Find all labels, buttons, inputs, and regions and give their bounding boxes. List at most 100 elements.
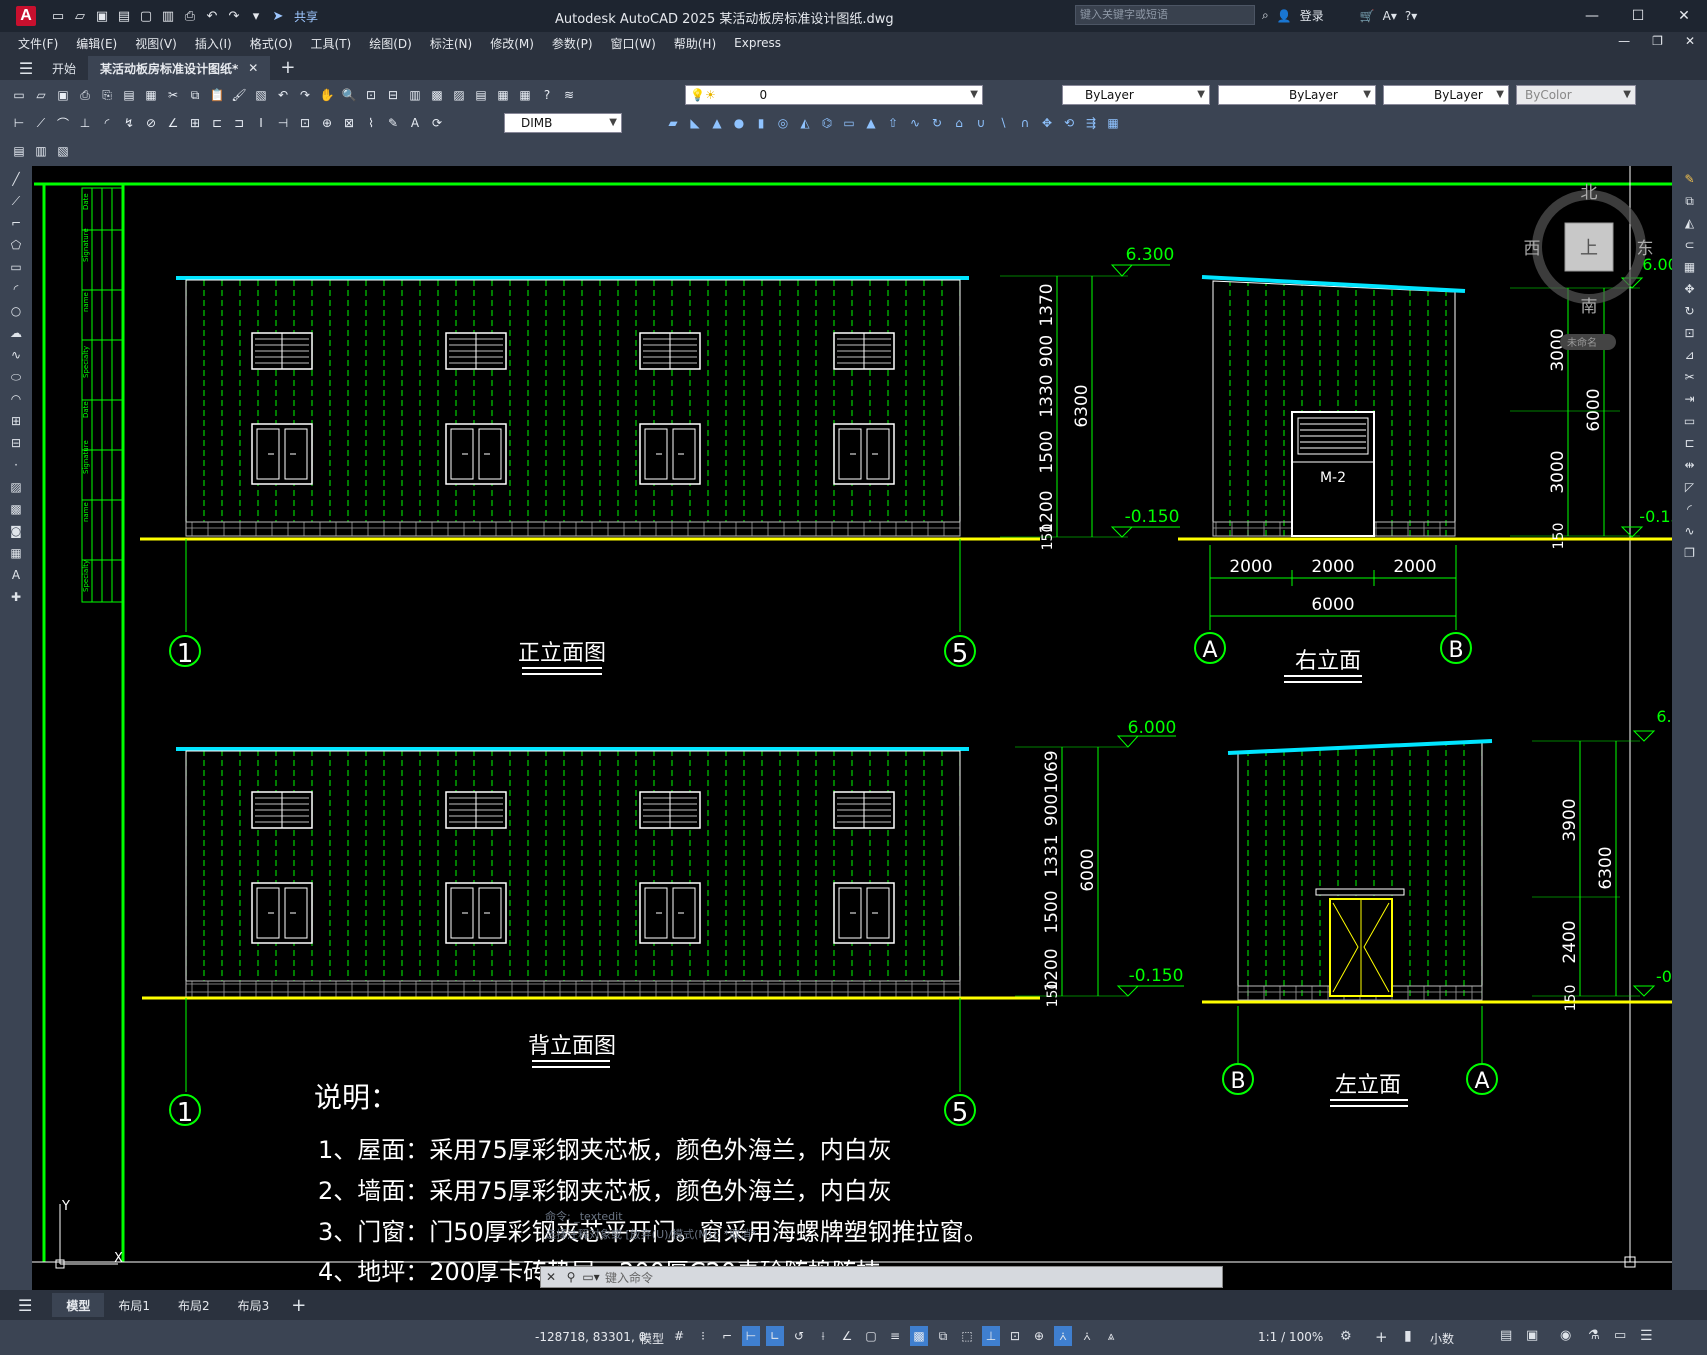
help-icon[interactable]: ?▾ [1405,9,1417,23]
command-line[interactable]: ✕ ⚲ ▭▾ 键入命令 [540,1266,1223,1288]
plot-preview-icon[interactable]: ⎘ [98,86,116,104]
user-icon[interactable]: 👤 [1277,9,1292,23]
calculator-icon[interactable]: ▦ [516,86,534,104]
array-icon[interactable]: ▦ [1681,258,1699,276]
match-properties-icon[interactable]: 🖌 [230,86,248,104]
dim-update-icon[interactable]: ⟳ [428,114,446,132]
undo-icon[interactable]: ↶ [274,86,292,104]
units-dropdown[interactable]: 小数 [1430,1330,1454,1347]
dynamic-ucs-icon[interactable]: ⊥ [982,1326,1000,1346]
plot-icon[interactable]: ⎙ [182,8,198,24]
spline-icon[interactable]: ∿ [7,346,25,364]
tool-palettes-icon[interactable]: ▨ [450,86,468,104]
design-center-icon[interactable]: ▩ [428,86,446,104]
arc-icon[interactable]: ◜ [7,280,25,298]
move-icon[interactable]: ✥ [1681,280,1699,298]
open-icon[interactable]: ▱ [32,86,50,104]
mtext-icon[interactable]: A [7,566,25,584]
annotation-scale-icon[interactable]: ⩓ [1102,1326,1120,1346]
sphere-icon[interactable]: ● [730,114,748,132]
undo-icon[interactable]: ↶ [204,8,220,24]
color-dropdown[interactable]: ByLayer ▼ [1062,85,1210,105]
viewcube-east[interactable]: 东 [1637,239,1654,259]
table-icon[interactable]: ▦ [7,544,25,562]
menu-insert[interactable]: 插入(I) [195,35,232,52]
annotation-monitor-icon[interactable]: + [1375,1328,1388,1346]
plotstyle-dropdown[interactable]: ByColor ▼ [1516,85,1636,105]
ellipse-arc-icon[interactable]: ◠ [7,390,25,408]
add-layout-button[interactable]: + [291,1295,306,1316]
polyline-icon[interactable]: ⌐ [7,214,25,232]
insert-block-icon[interactable]: ⊞ [7,412,25,430]
viewcube-south[interactable]: 南 [1581,297,1598,317]
menu-edit[interactable]: 编辑(E) [76,35,117,52]
maximize-button[interactable]: ☐ [1615,0,1661,32]
lineweight-dropdown[interactable]: ByLayer ▼ [1383,85,1509,105]
jogged-icon[interactable]: ↯ [120,114,138,132]
model-space-toggle[interactable]: 模型 [640,1330,664,1347]
ordinate-icon[interactable]: ⊥ [76,114,94,132]
object-snap-icon[interactable]: ▢ [862,1326,880,1346]
design-notes[interactable]: 说明： 1、屋面：采用75厚彩钢夹芯板，颜色外海兰，内白灰 2、墙面：采用75厚… [314,1081,988,1286]
scale-icon[interactable]: ⊡ [1681,324,1699,342]
extend-icon[interactable]: ⇥ [1681,390,1699,408]
tab-layout3[interactable]: 布局3 [224,1293,284,1317]
3d-osnap-icon[interactable]: ⬚ [958,1326,976,1346]
cart-icon[interactable]: 🛒 [1360,9,1375,23]
new-icon[interactable]: ▭ [10,86,28,104]
inspect-icon[interactable]: ⊠ [340,114,358,132]
materials-icon[interactable]: ▤ [10,142,28,160]
3drotate-icon[interactable]: ⟲ [1060,114,1078,132]
grid-icon[interactable]: # [670,1326,688,1346]
diameter-icon[interactable]: ⊘ [142,114,160,132]
coordinates-readout[interactable]: -128718, 83301, 0 [535,1330,646,1344]
break-at-point-icon[interactable]: ▭ [1681,412,1699,430]
drawing-canvas[interactable]: Date Signature name Specialty Date Signa… [32,166,1672,1290]
erase-icon[interactable]: ✎ [1681,170,1699,188]
viewcube-north[interactable]: 北 [1581,183,1598,203]
space-icon[interactable]: Ⅰ [252,114,270,132]
workspace-gear-icon[interactable]: ⚙ [1340,1329,1352,1344]
redo-icon[interactable]: ↷ [226,8,242,24]
gradient-icon[interactable]: ▩ [7,500,25,518]
customize-dropdown-icon[interactable]: ▾ [248,8,264,24]
viewcube-face-top[interactable]: 上 [1580,238,1598,259]
construction-line-icon[interactable]: ⟋ [7,192,25,210]
blend-icon[interactable]: ∿ [1681,522,1699,540]
hardware-acceleration-icon[interactable]: ⚗ [1588,1328,1600,1343]
zoom-window-icon[interactable]: ⊡ [362,86,380,104]
extrude-icon[interactable]: ▲ [862,114,880,132]
tab-layout1[interactable]: 布局1 [104,1293,164,1317]
revision-cloud-icon[interactable]: ☁ [7,324,25,342]
front-elevation[interactable]: 1 5 正立面图 1370 900 1330 1500 1200 150 630… [140,245,1180,675]
share-label[interactable]: 共享 [294,8,318,25]
menu-draw[interactable]: 绘图(D) [369,35,412,52]
dim-edit-icon[interactable]: ✎ [384,114,402,132]
planar-icon[interactable]: ▭ [840,114,858,132]
revolve-icon[interactable]: ↻ [928,114,946,132]
zoom-realtime-icon[interactable]: 🔍 [340,86,358,104]
fillet-icon[interactable]: ◜ [1681,500,1699,518]
menu-help[interactable]: 帮助(H) [674,35,716,52]
annotation-scale-dropdown[interactable]: 1:1 / 100% [1258,1330,1323,1344]
selection-cycling-icon[interactable]: ⧉ [934,1326,952,1346]
polar-icon[interactable]: ↺ [790,1326,808,1346]
customize-command-icon[interactable]: ⚲ [561,1270,581,1284]
tab-start[interactable]: 开始 [40,56,88,80]
tab-model[interactable]: 模型 [52,1293,105,1317]
helix-icon[interactable]: ⌬ [818,114,836,132]
viewcube[interactable]: 上 北 南 西 东 未命名 [1524,183,1654,350]
command-input[interactable]: 键入命令 [605,1269,653,1286]
texture-icon[interactable]: ▥ [32,142,50,160]
menu-tools[interactable]: 工具(T) [311,35,352,52]
break-icon[interactable]: ⊏ [1681,434,1699,452]
loft-icon[interactable]: ⌂ [950,114,968,132]
stretch-icon[interactable]: ⊿ [1681,346,1699,364]
new-tab-button[interactable]: + [280,56,295,80]
lineweight-icon[interactable]: ≡ [886,1326,904,1346]
ortho-icon[interactable]: ∟ [766,1326,784,1346]
continue-icon[interactable]: ⊐ [230,114,248,132]
rectangle-icon[interactable]: ▭ [7,258,25,276]
region-icon[interactable]: ◙ [7,522,25,540]
polygon-icon[interactable]: ⬠ [7,236,25,254]
